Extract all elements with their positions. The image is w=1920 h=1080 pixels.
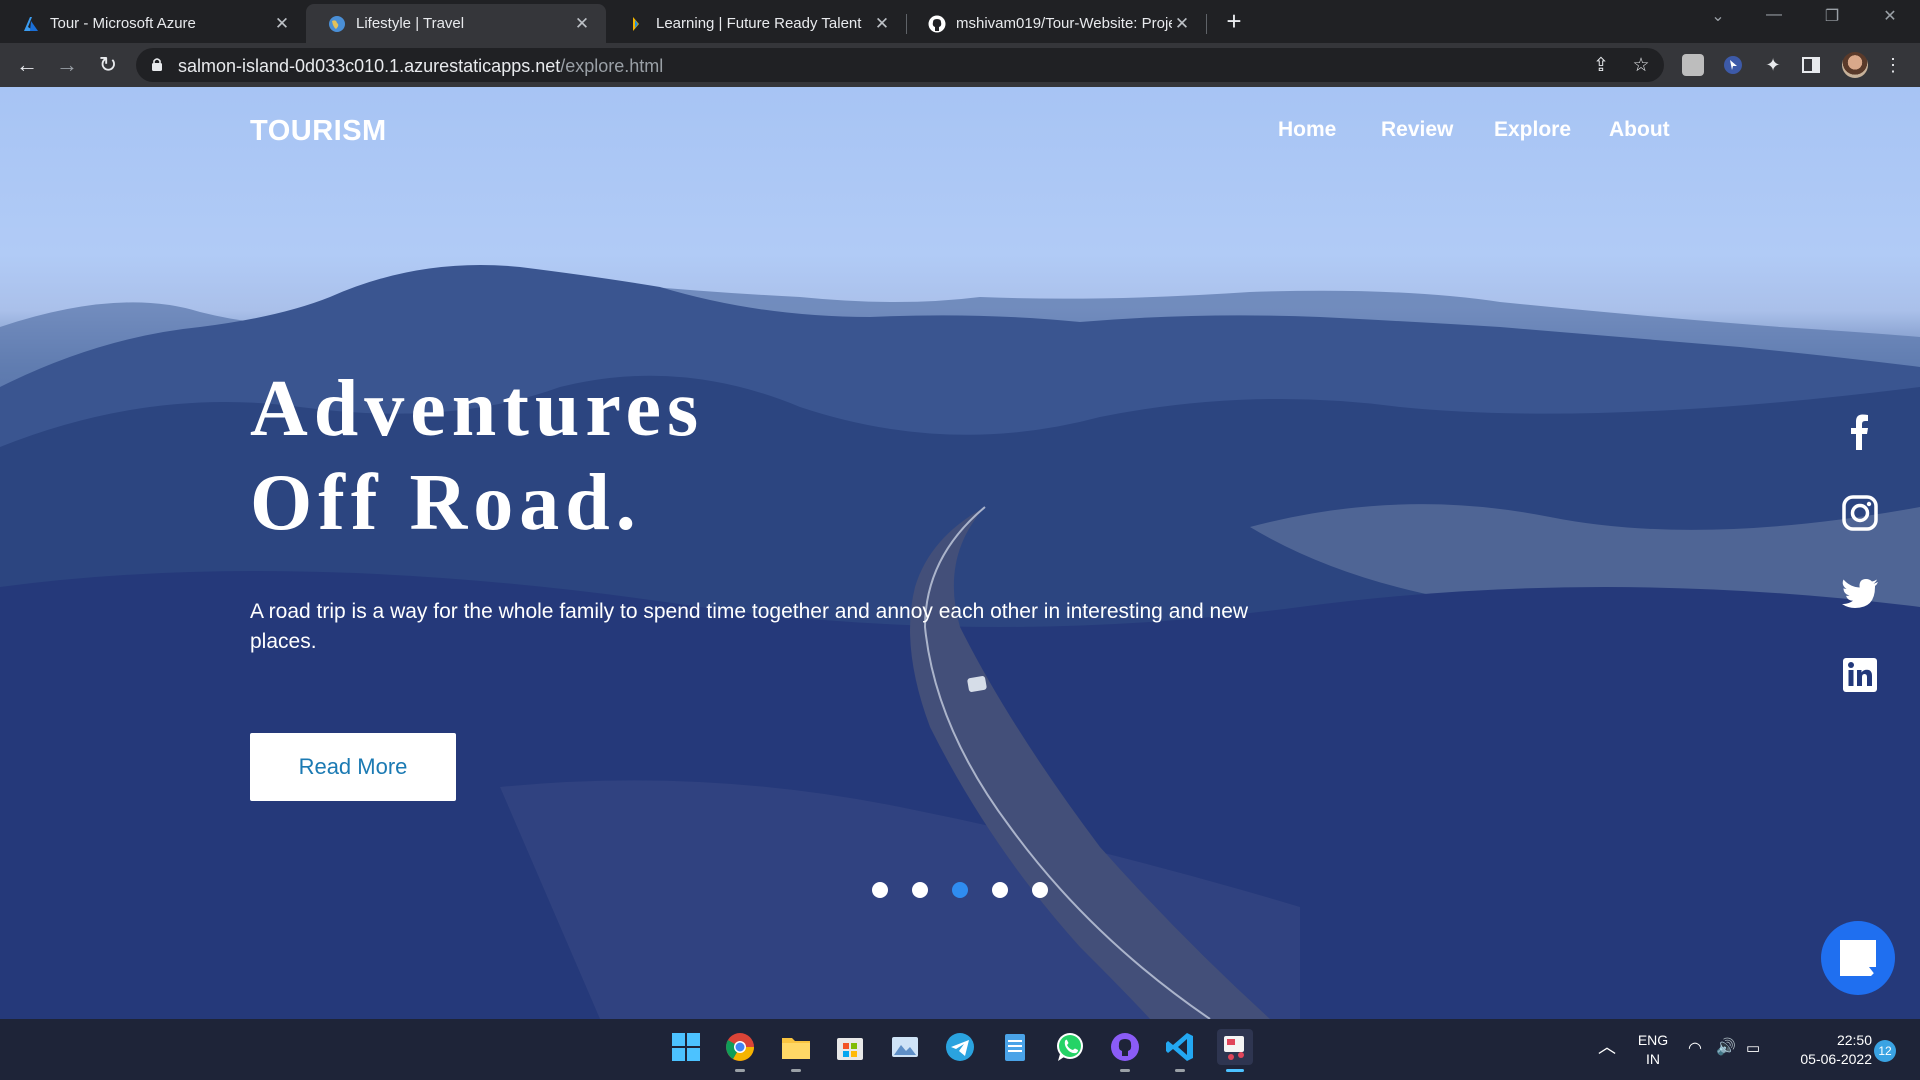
- hero-tagline: A road trip is a way for the whole famil…: [250, 600, 1249, 653]
- menu-kebab-icon[interactable]: ⋮: [1882, 54, 1904, 76]
- slider-dot-3[interactable]: [952, 882, 968, 898]
- close-icon[interactable]: ✕: [272, 14, 292, 34]
- profile-avatar[interactable]: [1842, 52, 1868, 78]
- forward-button[interactable]: →: [53, 51, 81, 79]
- headline-line-1: Adventures: [250, 365, 705, 453]
- road-image: [910, 506, 1270, 1019]
- close-icon[interactable]: ✕: [1172, 14, 1192, 34]
- lock-icon: [152, 58, 162, 71]
- slider-dot-2[interactable]: [912, 882, 928, 898]
- slider-dot-5[interactable]: [1032, 882, 1048, 898]
- headline-line-2: Off Road.: [250, 459, 642, 547]
- nav-explore[interactable]: Explore: [1494, 118, 1571, 142]
- slider-dot-4[interactable]: [992, 882, 1008, 898]
- browser-tab-strip: Tour - Microsoft Azure ✕ Lifestyle | Tra…: [0, 0, 1920, 43]
- address-bar[interactable]: salmon-island-0d033c010.1.azurestaticapp…: [136, 48, 1664, 82]
- read-more-button[interactable]: Read More: [250, 733, 456, 801]
- slider-dot-1[interactable]: [872, 882, 888, 898]
- whatsapp-icon[interactable]: [1052, 1029, 1088, 1065]
- tab-lifestyle-travel[interactable]: Lifestyle | Travel ✕: [306, 4, 606, 43]
- restore-button[interactable]: ❐: [1812, 6, 1852, 26]
- hero-section: TOURISM Home Review Explore About Advent…: [0, 87, 1920, 1019]
- nav-home[interactable]: Home: [1278, 118, 1336, 142]
- clock[interactable]: 22:50 05-06-2022: [1780, 1031, 1872, 1069]
- wifi-icon[interactable]: ◠: [1688, 1039, 1702, 1058]
- azure-icon: [24, 16, 38, 31]
- twitter-icon[interactable]: [1840, 574, 1880, 614]
- nav-about[interactable]: About: [1609, 118, 1670, 142]
- browser-toolbar: ← → ↻ salmon-island-0d033c010.1.azuresta…: [0, 43, 1920, 87]
- language-indicator[interactable]: ENG IN: [1636, 1031, 1670, 1069]
- github-desktop-icon[interactable]: [1107, 1029, 1143, 1072]
- tab-separator: [1206, 14, 1207, 34]
- side-panel-icon[interactable]: [1800, 54, 1822, 76]
- tab-learning[interactable]: Learning | Future Ready Talent ✕: [606, 4, 906, 43]
- url-text: salmon-island-0d033c010.1.azurestaticapp…: [178, 56, 664, 76]
- tab-github[interactable]: mshivam019/Tour-Website: Proje ✕: [906, 4, 1206, 43]
- microsoft-store-icon[interactable]: [832, 1029, 868, 1065]
- chat-button[interactable]: [1821, 921, 1895, 995]
- vscode-icon[interactable]: [1162, 1029, 1198, 1072]
- reload-button[interactable]: ↻: [94, 51, 122, 79]
- nav-review[interactable]: Review: [1381, 118, 1453, 142]
- tab-search-icon[interactable]: ⌄: [1698, 6, 1738, 26]
- extension-icon[interactable]: [1682, 54, 1704, 76]
- chrome-icon[interactable]: [722, 1029, 758, 1072]
- notification-badge[interactable]: 12: [1874, 1040, 1896, 1062]
- bookmark-star-icon[interactable]: ☆: [1630, 55, 1652, 77]
- tab-azure[interactable]: Tour - Microsoft Azure ✕: [0, 4, 306, 43]
- site-logo[interactable]: TOURISM: [250, 115, 387, 148]
- close-icon[interactable]: ✕: [572, 14, 592, 34]
- file-explorer-icon[interactable]: [778, 1029, 814, 1072]
- github-icon: [928, 15, 946, 32]
- extensions-puzzle-icon[interactable]: ✦: [1762, 54, 1784, 76]
- minimize-button[interactable]: —: [1754, 6, 1794, 24]
- new-tab-button[interactable]: +: [1221, 8, 1247, 35]
- close-window-button[interactable]: ✕: [1870, 6, 1910, 26]
- battery-icon[interactable]: ▭: [1746, 1039, 1760, 1058]
- globe-icon: [329, 15, 345, 32]
- telegram-icon[interactable]: [942, 1029, 978, 1065]
- volume-icon[interactable]: 🔊: [1716, 1038, 1736, 1057]
- cursor-extension-icon[interactable]: [1722, 54, 1744, 76]
- photos-icon[interactable]: [887, 1029, 923, 1065]
- instagram-icon[interactable]: [1840, 493, 1880, 533]
- linkedin-icon[interactable]: [1840, 655, 1880, 695]
- close-icon[interactable]: ✕: [872, 14, 892, 34]
- hero-headline: Adventures Off Road.: [250, 362, 704, 550]
- future-ready-icon: [633, 16, 639, 31]
- chat-bubble-icon: [1840, 940, 1876, 976]
- windows-taskbar: ︿ ENG IN ◠ 🔊 ▭ 22:50 05-06-2022: [0, 1019, 1920, 1080]
- notepad-icon[interactable]: [997, 1029, 1033, 1065]
- chevron-up-icon[interactable]: ︿: [1598, 1038, 1616, 1057]
- share-icon[interactable]: ⇪: [1590, 55, 1612, 77]
- back-button[interactable]: ←: [13, 51, 41, 79]
- snipping-tool-icon[interactable]: [1217, 1029, 1253, 1072]
- windows-start-icon[interactable]: [668, 1029, 704, 1065]
- facebook-icon[interactable]: [1840, 412, 1880, 452]
